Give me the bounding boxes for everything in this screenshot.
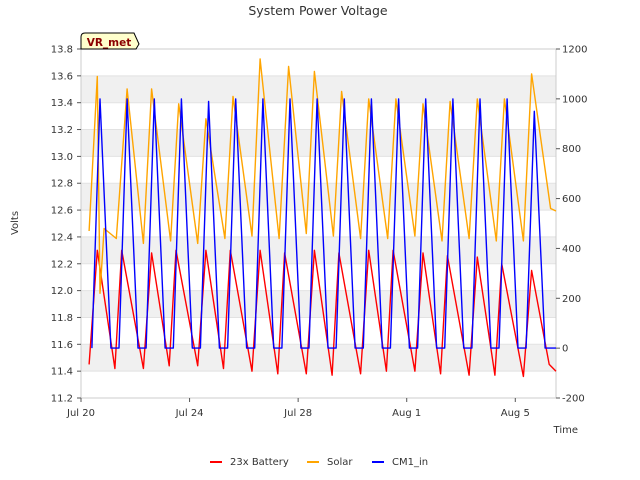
legend-label: 23x Battery bbox=[230, 457, 289, 468]
y-left-tick-label: 13.8 bbox=[51, 45, 73, 56]
x-axis-label: Time bbox=[553, 425, 578, 436]
y-left-tick-label: 11.6 bbox=[51, 340, 73, 351]
y-right-tick-label: 200 bbox=[562, 294, 581, 305]
chart: System Power Voltage 11.2 11.4 11.6 11.8 12.… bbox=[10, 3, 587, 468]
y-right-tick-label: -200 bbox=[562, 394, 585, 405]
y-left-tick-label: 13.2 bbox=[51, 125, 73, 136]
annotation-label: VR_met bbox=[87, 37, 132, 49]
y-left-tick-label: 12.4 bbox=[51, 232, 73, 243]
legend-label: CM1_in bbox=[392, 457, 428, 468]
x-tick-label: Jul 24 bbox=[175, 408, 204, 419]
y-left-tick-label: 11.8 bbox=[51, 313, 73, 324]
y-left-tick-label: 11.4 bbox=[51, 367, 73, 378]
y-left-tick-label: 13.4 bbox=[51, 98, 73, 109]
series-layer bbox=[88, 58, 557, 378]
legend-label: Solar bbox=[327, 457, 353, 468]
x-axis: Jul 20 Jul 24 Jul 28 Aug 1 Aug 5 bbox=[66, 398, 530, 419]
legend: 23x Battery Solar CM1_in bbox=[210, 457, 428, 468]
chart-title: System Power Voltage bbox=[248, 3, 388, 18]
y-axis-right: -200 0 200 400 600 800 1000 1200 bbox=[556, 45, 587, 405]
y-right-tick-label: 600 bbox=[562, 194, 581, 205]
y-left-tick-label: 12.0 bbox=[51, 286, 73, 297]
annotation-badge: VR_met bbox=[80, 32, 140, 50]
y-left-tick-label: 13.6 bbox=[51, 71, 73, 82]
y-right-tick-label: 1000 bbox=[562, 94, 587, 105]
x-tick-label: Jul 28 bbox=[283, 408, 312, 419]
y-left-tick-label: 11.2 bbox=[51, 394, 73, 405]
x-tick-label: Aug 1 bbox=[392, 408, 421, 419]
y-right-tick-label: 0 bbox=[562, 344, 568, 355]
y-left-tick-label: 12.8 bbox=[51, 179, 73, 190]
y-left-tick-label: 12.2 bbox=[51, 259, 73, 270]
y-right-tick-label: 1200 bbox=[562, 45, 587, 56]
grid-band bbox=[81, 344, 556, 372]
y-left-tick-label: 13.0 bbox=[51, 152, 73, 163]
x-tick-label: Jul 20 bbox=[66, 408, 95, 419]
y-right-tick-label: 400 bbox=[562, 244, 581, 255]
y-left-tick-label: 12.6 bbox=[51, 206, 73, 217]
x-tick-label: Aug 5 bbox=[501, 408, 530, 419]
y-axis-label: Volts bbox=[10, 211, 21, 235]
y-axis-left: 11.2 11.4 11.6 11.8 12.0 12.2 12.4 12.6 12.8 13.0… bbox=[51, 45, 81, 405]
y-right-tick-label: 800 bbox=[562, 144, 581, 155]
